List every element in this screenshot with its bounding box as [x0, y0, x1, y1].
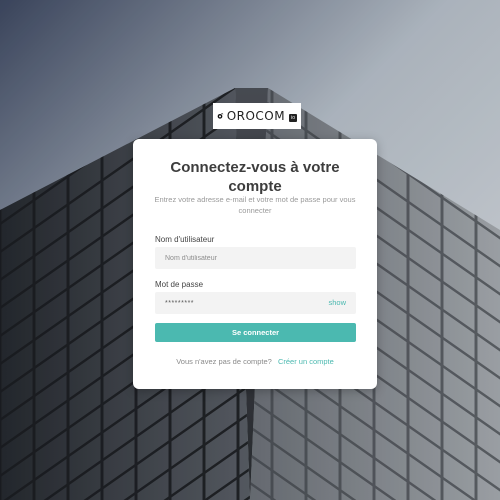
signup-prompt: Vous n'avez pas de compte? Créer un comp… — [133, 357, 377, 366]
orocom-logo-icon — [217, 113, 224, 119]
page-title: Connectez-vous à votre compte — [170, 159, 340, 195]
login-button[interactable]: Se connecter — [155, 323, 356, 342]
brand-name: OROCOM — [226, 109, 286, 123]
password-label: Mot de passe — [155, 280, 204, 289]
signup-prompt-text: Vous n'avez pas de compte? — [176, 357, 272, 366]
page-subtitle: Entrez votre adresse e-mail et votre mot… — [154, 195, 356, 215]
brand-badge: io — [289, 113, 297, 122]
username-input[interactable] — [155, 247, 356, 269]
create-account-link[interactable]: Créer un compte — [278, 357, 334, 366]
login-card: Connectez-vous à votre compte Entrez vot… — [133, 139, 377, 389]
password-field: show — [155, 292, 356, 314]
show-password-toggle[interactable]: show — [328, 298, 346, 307]
password-input[interactable] — [155, 292, 356, 314]
brand-logo: OROCOM io — [213, 103, 301, 129]
username-label: Nom d'utilisateur — [155, 235, 215, 244]
